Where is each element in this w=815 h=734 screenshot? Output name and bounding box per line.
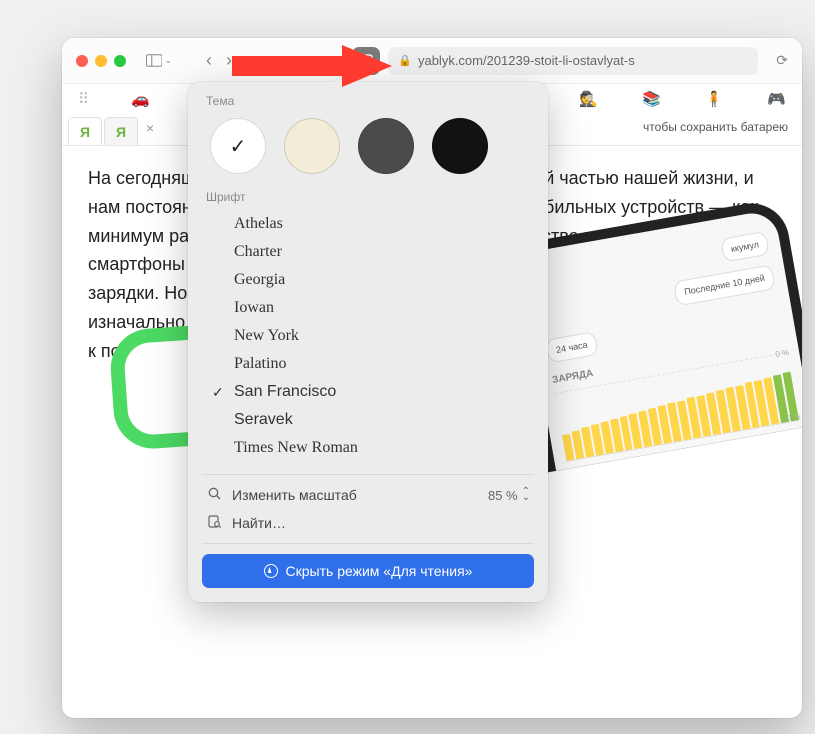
theme-sepia[interactable]: [284, 118, 340, 174]
theme-white[interactable]: ✓: [210, 118, 266, 174]
font-times[interactable]: Times New Roman: [206, 434, 530, 462]
close-window-button[interactable]: [76, 55, 88, 67]
font-iowan[interactable]: Iowan: [206, 294, 530, 322]
tab-1[interactable]: Я: [68, 117, 102, 145]
theme-gray[interactable]: [358, 118, 414, 174]
font-charter[interactable]: Charter: [206, 238, 530, 266]
bookmark-spy-icon[interactable]: 🕵️: [579, 90, 598, 108]
font-section-label: Шрифт: [188, 188, 548, 210]
zoom-label: Изменить масштаб: [232, 487, 478, 503]
tab-2[interactable]: Я: [104, 117, 138, 145]
theme-section-label: Тема: [188, 82, 548, 114]
back-button[interactable]: ‹: [200, 50, 218, 71]
font-athelas[interactable]: Athelas: [206, 210, 530, 238]
hide-reader-label: Скрыть режим «Для чтения»: [286, 563, 473, 579]
bookmark-books-icon[interactable]: 📚: [642, 90, 661, 108]
font-georgia[interactable]: Georgia: [206, 266, 530, 294]
font-seravek[interactable]: Seravek: [206, 406, 530, 434]
apps-icon[interactable]: ⠿: [78, 90, 87, 108]
find-icon: [206, 515, 222, 531]
minimize-window-button[interactable]: [95, 55, 107, 67]
zoom-row[interactable]: Изменить масштаб 85 %⌃⌄: [188, 481, 548, 509]
hide-reader-button[interactable]: Скрыть режим «Для чтения»: [202, 554, 534, 588]
find-row[interactable]: Найти…: [188, 509, 548, 537]
theme-swatches: ✓: [188, 114, 548, 188]
font-sanfrancisco[interactable]: ✓San Francisco: [206, 378, 530, 406]
font-palatino[interactable]: Palatino: [206, 350, 530, 378]
divider: [202, 543, 534, 544]
forward-button[interactable]: ›: [220, 50, 238, 71]
reader-mode-button[interactable]: [352, 47, 380, 75]
toolbar: ⌄ ‹ › 🔒 yablyk.com/201239-stoit-li-ostav…: [62, 38, 802, 84]
sidebar-toggle-button[interactable]: ⌄: [146, 51, 172, 71]
bookmark-game-icon[interactable]: 🎮: [767, 90, 786, 108]
font-list: Athelas Charter Georgia Iowan New York P…: [188, 210, 548, 468]
banner-text: чтобы сохранить батарею: [643, 120, 788, 134]
fullscreen-window-button[interactable]: [114, 55, 126, 67]
reader-settings-popover: Тема ✓ Шрифт Athelas Charter Georgia Iow…: [188, 82, 548, 602]
nav-arrows: ‹ ›: [200, 50, 238, 71]
theme-black[interactable]: [432, 118, 488, 174]
chevron-up-down-icon: ⌃⌄: [522, 489, 530, 501]
check-icon: ✓: [230, 134, 247, 159]
reload-button[interactable]: ⟳: [776, 52, 788, 69]
address-bar[interactable]: 🔒 yablyk.com/201239-stoit-li-ostavlyat-s: [388, 47, 758, 75]
check-icon: ✓: [212, 384, 224, 401]
zoom-value: 85 %⌃⌄: [488, 488, 530, 503]
bookmark-car-icon[interactable]: 🚗: [131, 90, 150, 108]
phone-chart: [555, 352, 800, 462]
compass-icon: [264, 564, 278, 578]
find-label: Найти…: [232, 515, 530, 531]
lock-icon: 🔒: [398, 54, 412, 67]
font-newyork[interactable]: New York: [206, 322, 530, 350]
bookmark-person-icon[interactable]: 🧍: [705, 90, 724, 108]
window-controls: [76, 55, 126, 67]
tab-close-button[interactable]: ×: [146, 120, 154, 140]
zoom-icon: [206, 487, 222, 503]
url-text: yablyk.com/201239-stoit-li-ostavlyat-s: [418, 53, 635, 68]
divider: [202, 474, 534, 475]
